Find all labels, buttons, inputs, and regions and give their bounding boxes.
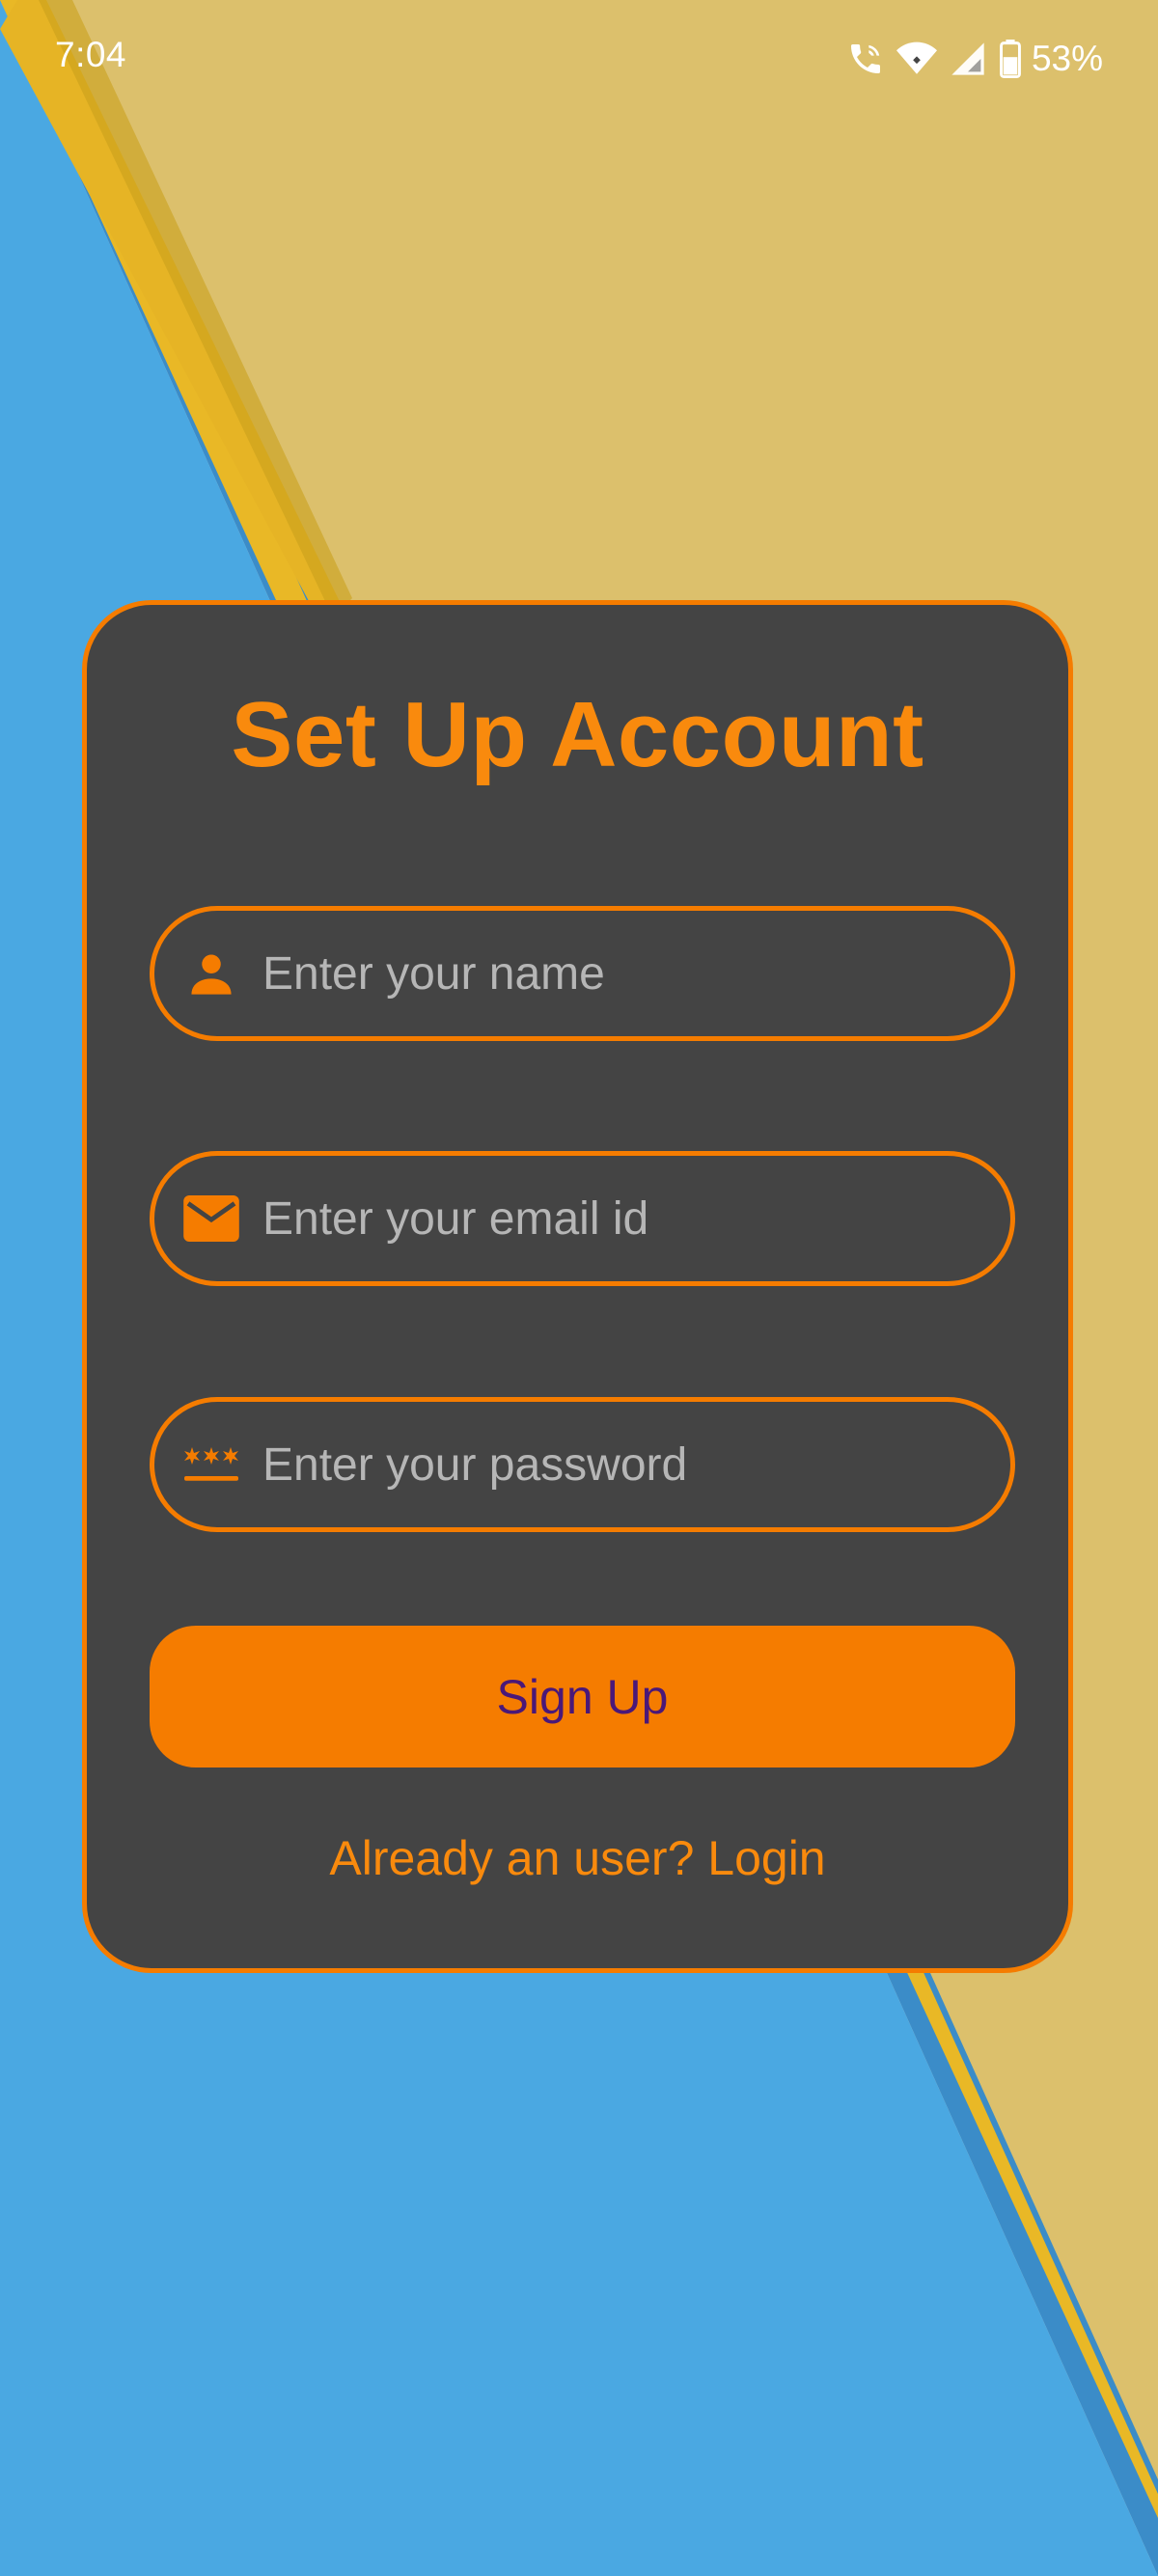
page-title: Set Up Account [231, 683, 924, 786]
battery-percentage: 53% [1031, 39, 1103, 78]
battery-icon [999, 40, 1022, 78]
password-input[interactable] [261, 1415, 1010, 1514]
password-field[interactable] [150, 1397, 1015, 1532]
email-input[interactable] [261, 1169, 1010, 1268]
signup-card: Set Up Account Sign Up Already an user [82, 600, 1073, 1973]
name-input[interactable] [261, 924, 1010, 1023]
signup-button[interactable]: Sign Up [150, 1626, 1015, 1768]
wifi-calling-icon [846, 40, 885, 78]
signal-icon [949, 40, 987, 78]
status-icons: 53% [846, 35, 1103, 83]
email-field[interactable] [150, 1151, 1015, 1286]
status-time: 7:04 [55, 35, 127, 74]
login-link[interactable]: Already an user? Login [87, 1830, 1068, 1886]
person-icon [179, 941, 244, 1006]
status-bar: 7:04 53% [0, 0, 1158, 116]
email-icon [179, 1186, 244, 1251]
name-field[interactable] [150, 906, 1015, 1041]
wifi-icon [896, 40, 937, 78]
password-icon [179, 1432, 244, 1497]
